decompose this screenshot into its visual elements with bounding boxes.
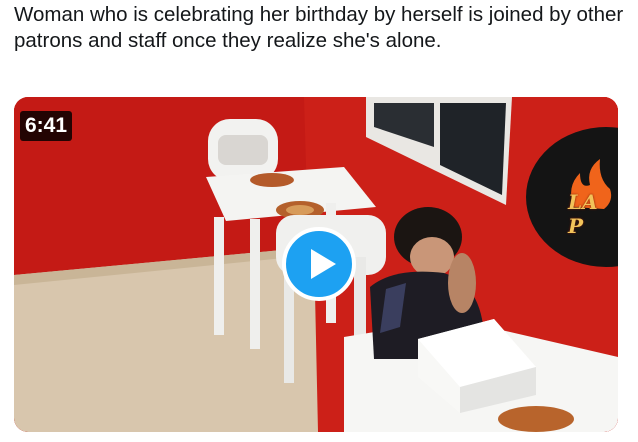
play-icon — [311, 249, 336, 279]
video-duration: 6:41 — [20, 111, 73, 141]
play-button[interactable] — [282, 227, 356, 301]
tweet-text: Woman who is celebrating her birthday by… — [14, 3, 624, 52]
video-player[interactable]: LA P 6:41 — [14, 97, 618, 432]
restaurant-sign-text: LA P — [568, 190, 598, 238]
